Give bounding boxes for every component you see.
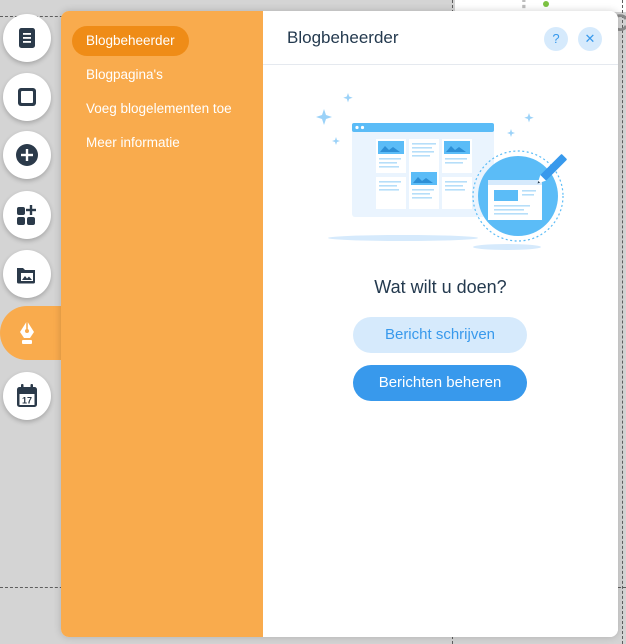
rail-blog-button[interactable] <box>3 309 51 357</box>
blog-illustration <box>312 91 572 271</box>
blog-pen-icon <box>20 321 34 344</box>
pages-icon <box>19 28 35 48</box>
help-button[interactable]: ? <box>544 27 568 51</box>
rail-background-button[interactable] <box>3 73 51 121</box>
rail-pages-button[interactable] <box>3 14 51 62</box>
rail-app-market-button[interactable] <box>3 191 51 239</box>
canvas-status-dot <box>543 1 549 7</box>
panel-header: Blogbeheerder ? ✕ <box>263 11 618 65</box>
blog-illustration-icon <box>316 93 567 250</box>
rail-add-button[interactable] <box>3 131 51 179</box>
write-post-button[interactable]: Bericht schrijven <box>353 317 527 353</box>
menu-item-blog-manager[interactable]: Blogbeheerder <box>72 26 189 56</box>
close-button[interactable]: ✕ <box>578 27 602 51</box>
blog-manager-panel: Blogbeheerder Blogpagina's Voeg blogelem… <box>61 11 618 637</box>
rail-calendar-button[interactable]: 17 <box>3 372 51 420</box>
menu-item-add-blog-elements[interactable]: Voeg blogelementen toe <box>72 94 246 124</box>
panel-title: Blogbeheerder <box>287 28 399 47</box>
calendar-badge: 17 <box>22 396 32 406</box>
rail-media-button[interactable] <box>3 250 51 298</box>
manage-posts-button[interactable]: Berichten beheren <box>353 365 527 401</box>
menu-item-more-info[interactable]: Meer informatie <box>72 128 194 158</box>
app-market-icon <box>17 205 36 225</box>
add-plus-icon <box>16 144 38 166</box>
background-icon <box>18 88 36 106</box>
canvas-guide-vertical-right <box>622 0 623 644</box>
close-icon: ✕ <box>584 31 596 46</box>
menu-item-blog-pages[interactable]: Blogpagina's <box>72 60 177 90</box>
panel-content: Blogbeheerder ? ✕ Wat wilt u doen? Beric… <box>263 11 618 637</box>
calendar-icon: 17 <box>17 384 37 407</box>
prompt-question: Wat wilt u doen? <box>374 277 507 297</box>
media-folder-icon <box>17 268 35 284</box>
help-icon: ? <box>552 31 560 46</box>
panel-side-menu: Blogbeheerder Blogpagina's Voeg blogelem… <box>61 11 263 637</box>
